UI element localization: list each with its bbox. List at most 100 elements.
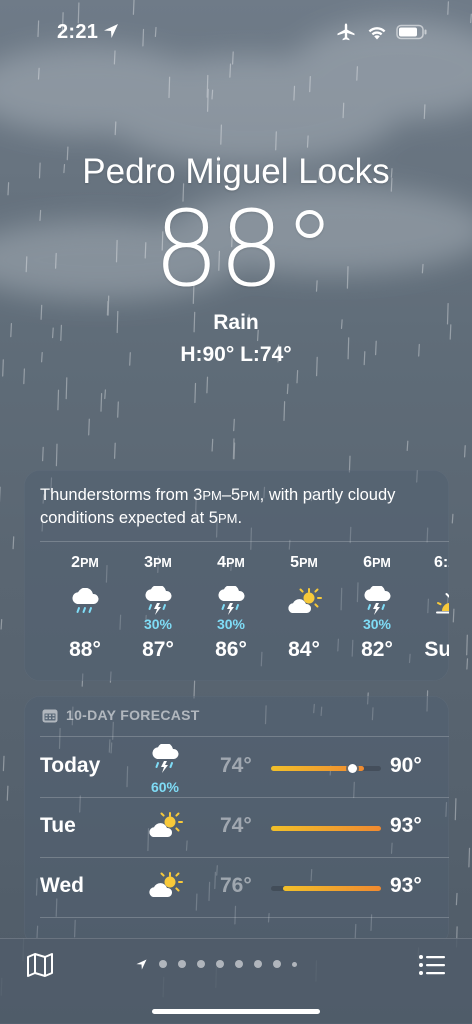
hour-temperature: Suns [420,638,449,662]
page-dot[interactable] [254,960,262,968]
location-arrow-icon [102,22,120,40]
wifi-icon [366,23,388,41]
thunderstorm-cloud-icon [128,576,188,616]
summary-pm-suffix: PM [218,511,238,526]
hour-label: 6:29 [420,554,449,576]
page-indicator[interactable] [135,956,297,972]
location-name: Pedro Miguel Locks [0,152,472,192]
precip-chance [55,616,115,634]
forecast-day: Today [40,754,100,778]
summary-text: . [237,509,242,527]
current-temperature: 88° [8,188,472,310]
hour-temperature: 82° [347,638,407,662]
page-dot[interactable] [159,960,167,968]
hour-item: 6PM30%82° [347,554,407,634]
home-indicator[interactable] [152,1009,320,1014]
summary-pm-suffix: PM [202,488,222,503]
temperature-range-fill [283,886,381,891]
partly-cloudy-sun-icon [140,872,190,905]
divider [40,917,449,918]
high-low-temperatures: H:90° L:74° [0,343,472,367]
precip-chance [274,616,334,634]
sunset-icon [420,576,449,616]
forecast-high: 93° [390,874,422,898]
hour-temperature: 87° [128,638,188,662]
hour-suffix: PM [372,556,391,570]
page-dot[interactable] [292,962,297,967]
hourly-forecast-card[interactable]: Thunderstorms from 3PM–5PM, with partly … [24,470,449,681]
status-time: 2:21 [57,21,98,44]
hourly-summary: Thunderstorms from 3PM–5PM, with partly … [40,484,430,530]
status-bar: 2:21 [0,0,472,64]
hour-time: 2 [71,554,80,571]
forecast-icon-wrap [140,812,190,845]
list-icon[interactable] [416,949,448,981]
hour-time: 6 [363,554,372,571]
forecast-high: 93° [390,814,422,838]
hour-time: 3 [144,554,153,571]
map-icon[interactable] [24,949,56,981]
hour-time: 4 [217,554,226,571]
forecast-header: 10-DAY FORECAST [42,707,200,723]
hour-time: 5 [290,554,299,571]
page-dot[interactable] [178,960,186,968]
hour-temperature: 88° [55,638,115,662]
page-dot[interactable] [197,960,205,968]
temperature-range-bar [271,886,381,891]
hour-label: 4PM [201,554,261,576]
page-dot[interactable] [235,960,243,968]
hour-suffix: PM [153,556,172,570]
forecast-low: 74° [220,814,252,838]
hour-label: 5PM [274,554,334,576]
precip-chance: 30% [128,616,188,634]
temperature-range-bar [271,766,381,771]
precip-chance: 30% [201,616,261,634]
hour-item: 6:29Suns [420,554,449,634]
hour-label: 2PM [55,554,115,576]
hour-item: 5PM84° [274,554,334,634]
current-temperature-marker [348,764,357,773]
thunderstorm-cloud-icon [201,576,261,616]
current-condition: Rain [0,311,472,335]
hour-suffix: PM [80,556,99,570]
battery-icon [396,24,428,40]
forecast-row[interactable]: Wed 76° 93° [24,858,449,918]
partly-cloudy-sun-icon [274,576,334,616]
ten-day-forecast-card[interactable]: 10-DAY FORECAST Today60%74°90°Tue74°93°W… [24,696,449,946]
rain-cloud-icon [55,576,115,616]
hour-suffix: PM [226,556,245,570]
summary-text: Thunderstorms from 3 [40,486,202,504]
forecast-title: 10-DAY FORECAST [66,707,200,723]
hour-suffix: PM [299,556,318,570]
forecast-row[interactable]: Today 60% 74° 90° [24,738,449,798]
page-dot[interactable] [273,960,281,968]
forecast-low: 76° [220,874,252,898]
temperature-range-bar [271,826,381,831]
calendar-icon [42,708,58,723]
forecast-high: 90° [390,754,422,778]
hour-time: 6:29 [434,554,449,571]
precip-chance: 30% [347,616,407,634]
forecast-day: Wed [40,874,84,898]
temperature-range-fill [271,826,381,831]
hour-temperature: 86° [201,638,261,662]
forecast-day: Tue [40,814,76,838]
thunderstorm-cloud-icon [140,744,190,779]
hour-item: 2PM88° [55,554,115,634]
partly-cloudy-sun-icon [140,812,190,845]
forecast-icon-wrap: 60% [140,744,190,795]
divider [40,736,449,737]
hour-label: 3PM [128,554,188,576]
hourly-scroller[interactable]: 2PM88°3PM30%87°4PM30%86°5PM84°6PM30%82°6… [24,554,449,664]
airplane-icon [336,22,356,42]
hour-item: 3PM30%87° [128,554,188,634]
thunderstorm-cloud-icon [347,576,407,616]
summary-text: –5 [222,486,240,504]
forecast-icon-wrap [140,872,190,905]
forecast-row[interactable]: Tue 74° 93° [24,798,449,858]
precip-chance [420,616,449,634]
forecast-low: 74° [220,754,252,778]
hour-label: 6PM [347,554,407,576]
summary-pm-suffix: PM [240,488,260,503]
page-dot[interactable] [216,960,224,968]
